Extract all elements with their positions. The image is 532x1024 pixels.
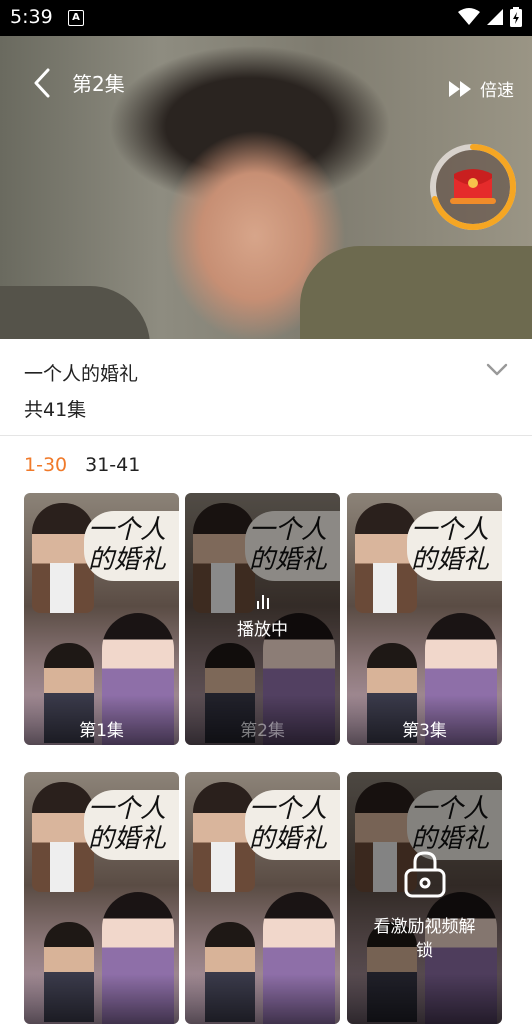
poster-shade (347, 974, 502, 1024)
video-frame-shoulder-left (0, 286, 150, 339)
tab-range-31-41[interactable]: 31-41 (85, 454, 140, 476)
poster-title: 一个人的婚礼 (249, 515, 328, 575)
unlock-label: 看激励视频解锁 (373, 917, 476, 961)
episode-label: 第1集 (79, 721, 124, 741)
video-frame-shoulder (300, 246, 532, 339)
signal-icon (487, 9, 503, 25)
episode-card[interactable]: 一个人的婚礼第3集 (347, 493, 502, 745)
poster-shirt (373, 563, 397, 613)
chevron-down-icon[interactable] (486, 363, 508, 377)
poster-title: 一个人的婚礼 (88, 794, 167, 854)
video-player[interactable]: 第2集 倍速 (0, 36, 532, 339)
lock-icon (404, 851, 445, 898)
now-playing-label: 播放中 (237, 620, 288, 640)
locked-overlay[interactable]: 看激励视频解锁 (347, 850, 502, 963)
poster-shade (185, 974, 340, 1024)
episode-card[interactable]: 一个人的婚礼看激励视频解锁 (347, 772, 502, 1024)
episode-range-tabs: 1-30 31-41 (24, 454, 140, 476)
episode-count: 共41集 (24, 399, 87, 421)
notification-icon: A (68, 10, 84, 26)
speed-label: 倍速 (480, 81, 514, 101)
poster-shirt (50, 842, 74, 892)
episode-label: 第3集 (402, 721, 447, 741)
battery-icon (510, 7, 522, 27)
episode-card[interactable]: 一个人的婚礼第2集 播放中 (185, 493, 340, 745)
red-envelope-icon[interactable] (428, 142, 518, 232)
poster-title-bg (245, 511, 340, 581)
equalizer-icon (185, 593, 340, 609)
episode-card[interactable]: 一个人的婚礼 (24, 772, 179, 1024)
status-time: 5:39 (10, 6, 53, 28)
episode-card[interactable]: 一个人的婚礼第1集 (24, 493, 179, 745)
episode-card[interactable]: 一个人的婚礼 (185, 772, 340, 1024)
poster-shirt (211, 842, 235, 892)
wifi-icon (458, 8, 480, 25)
episode-title: 第2集 (72, 72, 125, 96)
tab-range-1-30[interactable]: 1-30 (24, 454, 67, 476)
poster-shirt (50, 563, 74, 613)
drama-name: 一个人的婚礼 (24, 363, 139, 385)
status-bar: 5:39 A (0, 0, 532, 36)
poster-shade (24, 974, 179, 1024)
system-icons (458, 7, 522, 27)
episode-label: 第2集 (240, 721, 285, 741)
poster-title: 一个人的婚礼 (411, 794, 490, 854)
speed-button[interactable]: 倍速 (448, 76, 514, 101)
poster-title: 一个人的婚礼 (88, 515, 167, 575)
poster-title: 一个人的婚礼 (249, 794, 328, 854)
chevron-left-icon[interactable] (28, 66, 56, 100)
poster-title: 一个人的婚礼 (411, 515, 490, 575)
drama-info: 一个人的婚礼 共41集 (0, 339, 532, 436)
now-playing-indicator: 播放中 (185, 593, 340, 640)
fast-forward-icon (449, 80, 471, 97)
